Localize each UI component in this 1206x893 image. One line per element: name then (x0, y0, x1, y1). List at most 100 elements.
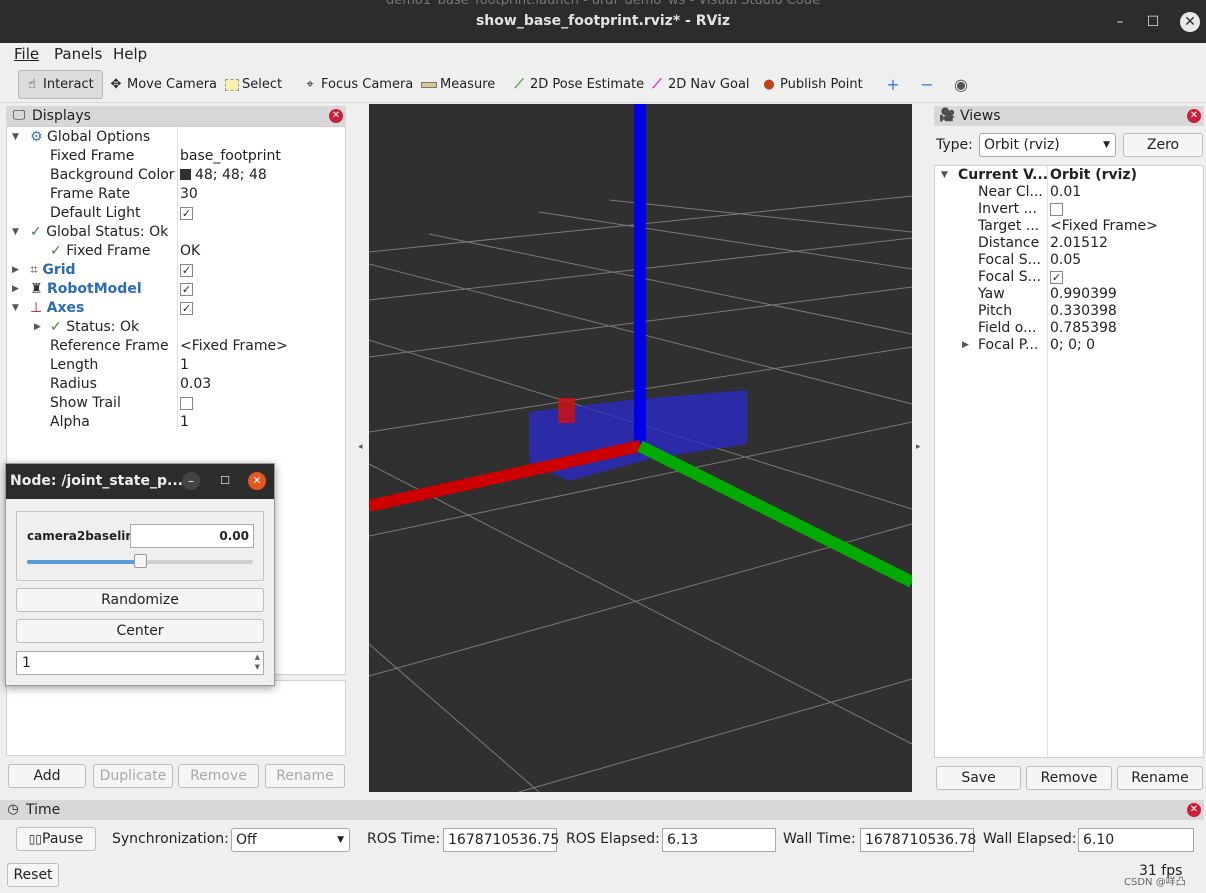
slider-track[interactable] (27, 554, 253, 568)
view-type-select[interactable]: Orbit (rviz) ▼ (979, 133, 1116, 157)
menu-file[interactable]: File (14, 45, 39, 63)
property-description-box (6, 680, 346, 756)
reset-button[interactable]: Reset (7, 863, 59, 887)
measure-label: Measure (440, 77, 496, 92)
expand-arrow-icon[interactable]: ▶ (12, 265, 19, 275)
fixed-frame-value[interactable]: base_footprint (180, 147, 281, 166)
select-label: Select (242, 77, 283, 92)
ros-elapsed-field[interactable]: 6.13 (662, 828, 776, 852)
invert-checkbox[interactable] (1050, 203, 1063, 216)
view-prop-value[interactable]: <Fixed Frame> (1050, 218, 1158, 235)
green-arrow-icon: ⟋ (514, 76, 524, 92)
spin-box[interactable]: 1 ▲ ▼ (16, 651, 264, 675)
chevron-down-icon: ▼ (1103, 140, 1110, 150)
view-prop-value[interactable]: 0.785398 (1050, 320, 1117, 337)
pose-estimate-tool[interactable]: ⟋ 2D Pose Estimate (506, 70, 649, 99)
grid-checkbox[interactable]: ✓ (180, 264, 193, 277)
maximize-button[interactable]: ☐ (216, 472, 234, 490)
gear-icon: ⚙ (30, 129, 43, 145)
collapse-arrow-icon[interactable]: ▼ (12, 303, 19, 313)
collapse-arrow-icon[interactable]: ▼ (941, 170, 948, 180)
eye-icon[interactable]: ◉ (948, 70, 974, 99)
joint-value-field[interactable]: 0.00 (130, 524, 254, 548)
left-splitter[interactable]: ◂ (357, 104, 367, 792)
measure-tool[interactable]: Measure (416, 70, 500, 99)
expand-arrow-icon[interactable]: ▶ (34, 322, 41, 332)
add-display-button[interactable]: Add (8, 764, 86, 788)
view-prop-value[interactable]: 0.330398 (1050, 303, 1117, 320)
move-camera-label: Move Camera (127, 77, 218, 92)
ros-time-field[interactable]: 1678710536.75 (443, 828, 559, 852)
view-prop-value[interactable]: 0; 0; 0 (1050, 337, 1095, 354)
menu-help[interactable]: Help (113, 45, 147, 63)
grid-display-row[interactable]: ⌗ Grid (30, 261, 76, 280)
view-prop-value[interactable]: 0.01 (1050, 184, 1081, 201)
view-prop-value[interactable]: 2.01512 (1050, 235, 1108, 252)
expand-arrow-icon[interactable]: ▶ (12, 284, 19, 294)
axes-status-row[interactable]: ✓ Status: Ok (50, 318, 139, 337)
wall-time-field[interactable]: 1678710536.78 (860, 828, 976, 852)
axes-checkbox[interactable]: ✓ (180, 302, 193, 315)
collapse-arrow-icon[interactable]: ▼ (12, 227, 19, 237)
view-prop-value[interactable]: 0.05 (1050, 252, 1081, 269)
slider-handle[interactable] (134, 554, 147, 568)
sync-select[interactable]: Off ▼ (231, 828, 350, 852)
publish-point-tool[interactable]: ● Publish Point (756, 70, 868, 99)
pause-button[interactable]: ▯▯Pause (16, 827, 96, 851)
right-splitter[interactable]: ▸ (915, 104, 925, 792)
length-value[interactable]: 1 (180, 356, 189, 375)
zero-button[interactable]: Zero (1123, 133, 1203, 157)
rename-view-button[interactable]: Rename (1117, 766, 1203, 790)
maximize-button[interactable]: ☐ (1143, 12, 1163, 32)
close-icon[interactable]: ✕ (1187, 109, 1201, 123)
wall-elapsed-field[interactable]: 6.10 (1078, 828, 1194, 852)
interact-tool[interactable]: ☝ Interact (18, 70, 103, 99)
axes-display-row[interactable]: ⊥ Axes (30, 299, 84, 318)
robot-model-row[interactable]: ♜ RobotModel (30, 280, 142, 299)
robot-model-checkbox[interactable]: ✓ (180, 283, 193, 296)
status-fixed-frame-label: Fixed Frame (66, 243, 151, 259)
radius-value[interactable]: 0.03 (180, 375, 211, 394)
x-axis (369, 440, 642, 512)
menu-panels[interactable]: Panels (54, 45, 102, 63)
select-tool[interactable]: Select (220, 70, 287, 99)
alpha-value[interactable]: 1 (180, 413, 189, 432)
collapse-arrow-icon[interactable]: ▼ (12, 132, 19, 142)
focus-camera-tool[interactable]: ⌖ Focus Camera (297, 70, 418, 99)
background-color-label: Background Color (50, 167, 175, 183)
nav-goal-tool[interactable]: ⟋ 2D Nav Goal (644, 70, 755, 99)
show-trail-checkbox[interactable] (180, 397, 193, 410)
expand-arrow-icon[interactable]: ▶ (962, 340, 969, 350)
close-window-button[interactable]: ✕ (1180, 12, 1200, 32)
render-viewport[interactable] (369, 104, 912, 792)
background-color-field[interactable]: 48; 48; 48 (180, 166, 267, 185)
minimize-button[interactable]: – (182, 472, 200, 490)
global-options-row[interactable]: ⚙ Global Options (30, 128, 150, 147)
global-status-row[interactable]: ✓ Global Status: Ok (30, 223, 168, 242)
rename-display-button[interactable]: Rename (265, 764, 345, 788)
move-camera-tool[interactable]: ✥ Move Camera (103, 70, 222, 99)
displays-panel-header: 🖵 Displays ✕ (6, 106, 346, 126)
remove-view-button[interactable]: Remove (1026, 766, 1112, 790)
randomize-button[interactable]: Randomize (16, 588, 264, 612)
remove-tool-icon[interactable]: − (914, 70, 940, 99)
close-icon[interactable]: ✕ (1187, 803, 1201, 817)
default-light-checkbox[interactable]: ✓ (180, 207, 193, 220)
remove-display-button[interactable]: Remove (178, 764, 259, 788)
current-view-label[interactable]: Current V... (958, 167, 1048, 184)
close-icon[interactable]: ✕ (329, 109, 343, 123)
duplicate-display-button[interactable]: Duplicate (93, 764, 173, 788)
close-dialog-button[interactable]: ✕ (248, 472, 266, 490)
reference-frame-value[interactable]: <Fixed Frame> (180, 337, 288, 356)
add-tool-icon[interactable]: + (880, 70, 906, 99)
minimize-button[interactable]: – (1110, 12, 1130, 32)
center-button[interactable]: Center (16, 619, 264, 643)
focal-shape-checkbox[interactable]: ✓ (1050, 271, 1063, 284)
view-prop-value[interactable]: 0.990399 (1050, 286, 1117, 303)
frame-rate-value[interactable]: 30 (180, 185, 198, 204)
watermark: CSDN @咩凸 (1124, 877, 1186, 888)
tool-bar: ☝ Interact ✥ Move Camera Select ⌖ Focus Cam… (0, 66, 1206, 103)
spin-arrows-icon[interactable]: ▲ ▼ (255, 652, 260, 672)
joint-state-publisher-window: Node: /joint_state_p... – ☐ ✕ camera2bas… (5, 463, 275, 686)
save-view-button[interactable]: Save (936, 766, 1021, 790)
